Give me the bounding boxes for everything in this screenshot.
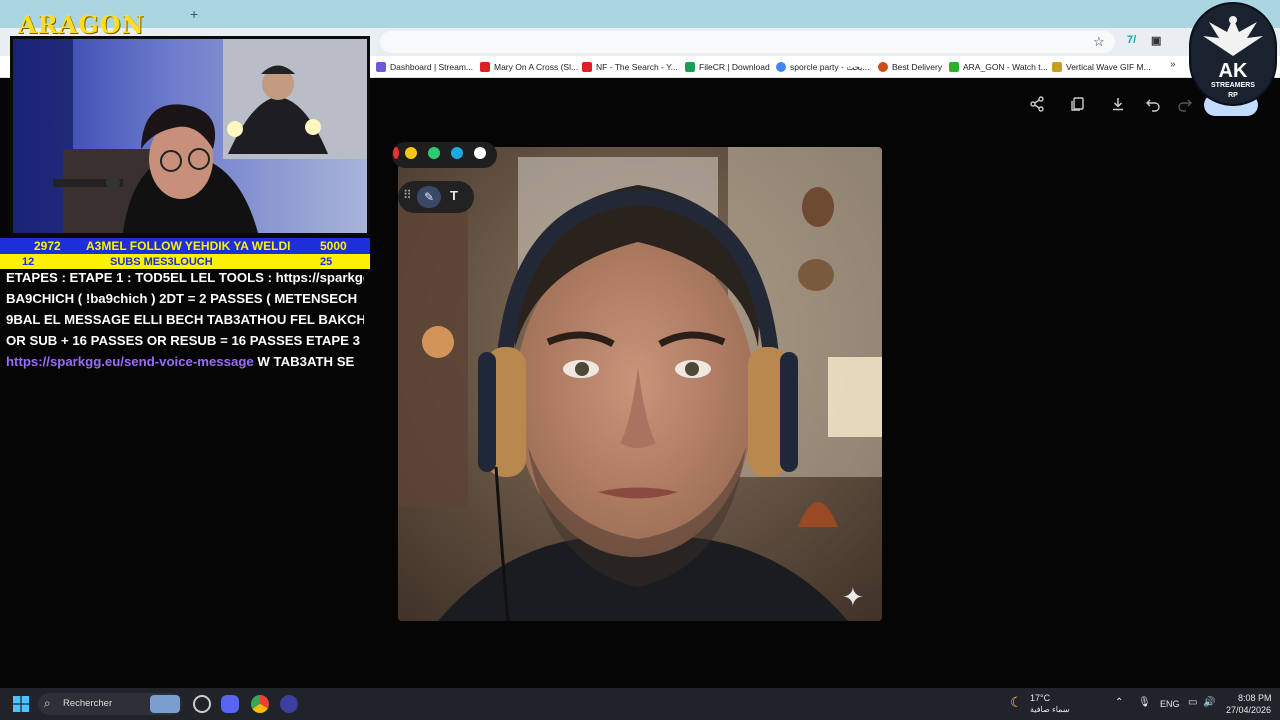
bookmark-star-icon[interactable]: ☆	[1093, 34, 1105, 50]
text-tool-button[interactable]: T	[450, 188, 458, 203]
sparkle-icon: ✦	[842, 582, 864, 612]
ak-streamers-logo: AK STREAMERS RP	[1189, 2, 1277, 106]
color-swatch-blue[interactable]	[451, 147, 463, 159]
webcam-feed	[10, 36, 370, 236]
follower-count: 2972	[34, 239, 61, 253]
chevron-up-icon[interactable]: ⌃	[1115, 697, 1123, 708]
instruction-line: BA9CHICH ( !ba9chich ) 2DT = 2 PASSES ( …	[6, 291, 358, 306]
bookmark-item[interactable]: NF - The Search - Y...	[582, 60, 678, 74]
download-icon[interactable]	[1109, 96, 1127, 114]
address-bar[interactable]	[380, 31, 1115, 53]
taskbar	[0, 688, 1280, 720]
instruction-line: https://sparkgg.eu/send-voice-message W …	[6, 354, 355, 369]
drag-handle-icon[interactable]: ⠿	[403, 188, 412, 202]
bookmark-item[interactable]: ARA_GON - Watch t...	[949, 60, 1048, 74]
network-icon[interactable]: ▭	[1188, 697, 1197, 708]
bookmark-item[interactable]: Mary On A Cross (Sl...	[480, 60, 578, 74]
clock-date[interactable]: 27/04/2026	[1226, 705, 1271, 715]
overlay-instructions: ETAPES : ETAPE 1 : TOD5EL LEL TOOLS : ht…	[6, 267, 364, 372]
bookmarks-overflow-icon[interactable]: »	[1170, 59, 1176, 70]
bookmark-item[interactable]: sporcle party - بحث...	[776, 60, 870, 74]
microphone-icon[interactable]: 🎙	[1138, 697, 1151, 708]
undo-icon[interactable]	[1144, 96, 1162, 114]
search-icon: ⌕	[44, 696, 51, 710]
instruction-line: OR SUB + 16 PASSES OR RESUB = 16 PASSES …	[6, 333, 364, 348]
clock-time[interactable]: 8:08 PM	[1238, 693, 1272, 703]
moon-icon: ☾	[1010, 694, 1023, 710]
bookmark-item[interactable]: Vertical Wave GIF M...	[1052, 60, 1151, 74]
watermark-tag: RP	[1228, 92, 1238, 99]
streamer-logo: ARAGON	[18, 10, 145, 39]
bookmark-item[interactable]: FileCR | Download	[685, 60, 770, 74]
watermark-title: AK	[1218, 60, 1248, 82]
color-swatch-yellow[interactable]	[405, 147, 417, 159]
follower-goal: 5000	[320, 239, 347, 253]
extension-icon[interactable]: 7/	[1127, 34, 1136, 46]
instruction-line: 9BAL EL MESSAGE ELLI BECH TAB3ATHOU FEL …	[6, 312, 364, 327]
search-highlight-icon[interactable]	[150, 695, 180, 713]
follow-goal-text: A3MEL FOLLOW YEHDIK YA WELDI	[86, 239, 291, 253]
search-placeholder: Rechercher	[63, 698, 113, 709]
new-tab-button[interactable]: +	[190, 6, 198, 22]
language-indicator[interactable]: ENG	[1160, 699, 1180, 709]
color-swatch-green[interactable]	[428, 147, 440, 159]
share-icon[interactable]	[1028, 96, 1046, 114]
discord-icon[interactable]	[221, 695, 239, 713]
color-swatch-white[interactable]	[474, 147, 486, 159]
watermark-subtitle: STREAMERS	[1211, 82, 1255, 89]
instruction-line: ETAPES : ETAPE 1 : TOD5EL LEL TOOLS : ht…	[6, 270, 364, 285]
pen-tool-icon[interactable]: ✎	[417, 186, 441, 208]
obs-icon[interactable]	[280, 695, 298, 713]
screenshot-icon[interactable]: ▣	[1151, 34, 1161, 47]
chrome-icon[interactable]	[251, 695, 269, 713]
windows-start-icon[interactable]	[13, 696, 29, 712]
bookmark-item[interactable]: Best Delivery	[878, 60, 942, 74]
copy-icon[interactable]	[1069, 96, 1087, 114]
bookmark-item[interactable]: Dashboard | Stream...	[376, 60, 473, 74]
color-swatch-red[interactable]	[393, 147, 399, 159]
weather-text: سماء صافية	[1030, 705, 1070, 714]
temperature: 17°C	[1030, 693, 1051, 703]
app-icon[interactable]	[193, 695, 211, 713]
voice-message-link[interactable]: https://sparkgg.eu/send-voice-message	[6, 354, 254, 369]
edited-photo[interactable]	[398, 147, 882, 621]
volume-icon[interactable]: 🔊	[1203, 697, 1215, 708]
